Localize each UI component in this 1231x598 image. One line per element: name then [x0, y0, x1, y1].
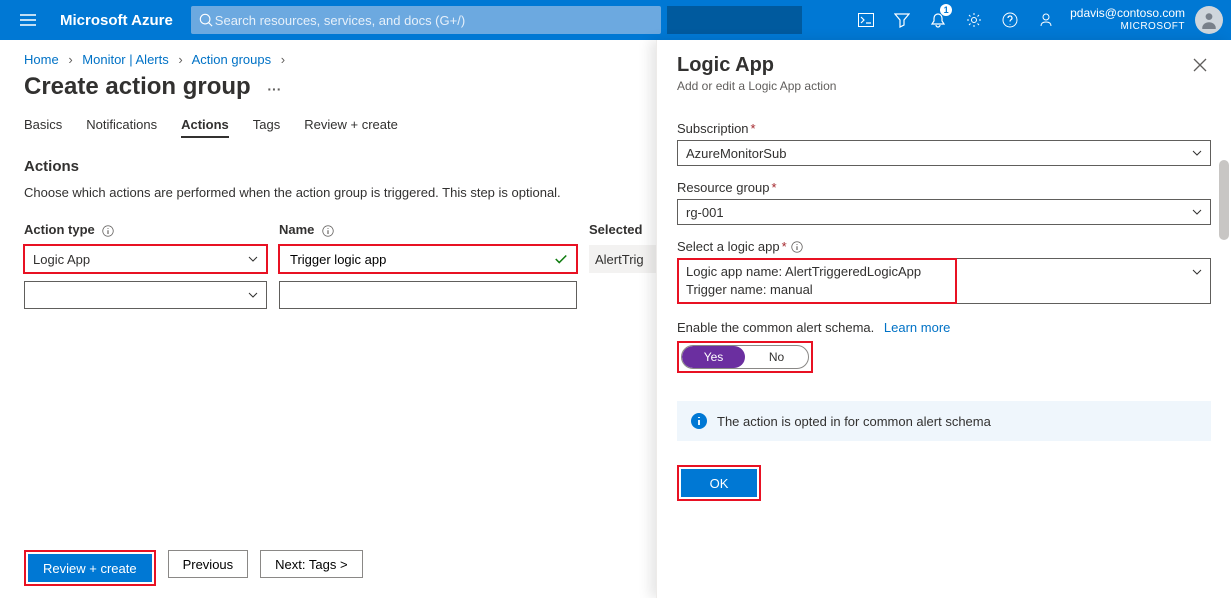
- ok-button[interactable]: OK: [681, 469, 757, 497]
- chevron-down-icon: [1192, 209, 1202, 215]
- user-email: pdavis@contoso.com: [1070, 6, 1185, 20]
- brand-label[interactable]: Microsoft Azure: [48, 12, 185, 29]
- tab-basics[interactable]: Basics: [24, 117, 62, 138]
- toggle-yes[interactable]: Yes: [682, 346, 745, 368]
- info-banner: The action is opted in for common alert …: [677, 401, 1211, 441]
- user-account[interactable]: pdavis@contoso.com MICROSOFT: [1064, 6, 1191, 34]
- panel-subtitle: Add or edit a Logic App action: [677, 79, 836, 93]
- logic-app-name: Logic app name: AlertTriggeredLogicApp: [686, 263, 921, 281]
- col-action-type: Action type: [24, 222, 279, 237]
- chevron-down-icon: [1192, 150, 1202, 156]
- feedback-icon[interactable]: [1028, 0, 1064, 40]
- panel-title: Logic App: [677, 54, 836, 77]
- tab-review-create[interactable]: Review + create: [304, 117, 398, 138]
- action-type-select[interactable]: Logic App: [24, 245, 267, 273]
- schema-text: Enable the common alert schema.: [677, 320, 874, 335]
- breadcrumb-action-groups[interactable]: Action groups: [192, 52, 272, 67]
- cloud-shell-icon[interactable]: [848, 0, 884, 40]
- schema-toggle[interactable]: Yes No: [681, 345, 809, 369]
- col-selected-label: Selected: [589, 222, 642, 237]
- info-icon[interactable]: [322, 225, 334, 237]
- chevron-right-icon: ›: [68, 52, 72, 67]
- tab-actions[interactable]: Actions: [181, 117, 229, 138]
- avatar[interactable]: [1195, 6, 1223, 34]
- logic-app-select[interactable]: Logic app name: AlertTriggeredLogicApp T…: [677, 258, 1211, 304]
- info-icon: [691, 413, 707, 429]
- search-input[interactable]: [213, 12, 653, 29]
- breadcrumb-home[interactable]: Home: [24, 52, 59, 67]
- chevron-down-icon: [1192, 269, 1202, 275]
- common-alert-schema-row: Enable the common alert schema. Learn mo…: [677, 320, 1211, 335]
- env-switcher[interactable]: [667, 6, 802, 34]
- action-type-value: Logic App: [33, 252, 90, 267]
- subscription-value: AzureMonitorSub: [686, 146, 786, 161]
- resource-group-select[interactable]: rg-001: [677, 199, 1211, 225]
- action-type-select-empty[interactable]: [24, 281, 267, 309]
- action-name-input[interactable]: [288, 251, 554, 268]
- learn-more-link[interactable]: Learn more: [884, 320, 950, 335]
- info-banner-text: The action is opted in for common alert …: [717, 414, 991, 429]
- top-nav-bar: Microsoft Azure 1 pdavis@contoso.com MIC…: [0, 0, 1231, 40]
- notification-badge: 1: [940, 4, 952, 16]
- notifications-icon[interactable]: 1: [920, 0, 956, 40]
- subscription-select[interactable]: AzureMonitorSub: [677, 140, 1211, 166]
- logic-app-panel: Logic App Add or edit a Logic App action…: [656, 40, 1231, 598]
- col-name: Name: [279, 222, 589, 237]
- toggle-no[interactable]: No: [745, 346, 808, 368]
- next-button[interactable]: Next: Tags >: [260, 550, 362, 578]
- directory-filter-icon[interactable]: [884, 0, 920, 40]
- previous-button[interactable]: Previous: [168, 550, 249, 578]
- chevron-right-icon: ›: [178, 52, 182, 67]
- subscription-label: Subscription*: [677, 121, 1211, 136]
- info-icon[interactable]: [791, 241, 803, 253]
- breadcrumb-monitor-alerts[interactable]: Monitor | Alerts: [82, 52, 168, 67]
- wizard-footer: Review + create Previous Next: Tags >: [24, 550, 363, 586]
- selected-preview: AlertTrig: [595, 252, 644, 267]
- action-name-input-empty[interactable]: [288, 287, 568, 304]
- more-menu-icon[interactable]: ···: [267, 81, 281, 97]
- close-icon[interactable]: [1189, 54, 1211, 76]
- menu-icon[interactable]: [8, 14, 48, 26]
- action-name-input-empty-wrap: [279, 281, 577, 309]
- tab-tags[interactable]: Tags: [253, 117, 280, 138]
- action-name-input-wrap: [279, 245, 577, 273]
- review-create-button[interactable]: Review + create: [28, 554, 152, 582]
- resource-group-value: rg-001: [686, 205, 724, 220]
- user-directory: MICROSOFT: [1121, 20, 1186, 34]
- trigger-name: Trigger name: manual: [686, 281, 921, 299]
- col-name-label: Name: [279, 222, 314, 237]
- scrollbar-thumb[interactable]: [1219, 160, 1229, 240]
- chevron-right-icon: ›: [281, 52, 285, 67]
- chevron-down-icon: [248, 292, 258, 298]
- col-action-type-label: Action type: [24, 222, 95, 237]
- resource-group-label: Resource group*: [677, 180, 1211, 195]
- chevron-down-icon: [248, 256, 258, 262]
- search-icon: [199, 13, 213, 27]
- logic-app-select-label: Select a logic app*: [677, 239, 1211, 254]
- checkmark-icon: [554, 252, 568, 266]
- tab-notifications[interactable]: Notifications: [86, 117, 157, 138]
- global-search[interactable]: [191, 6, 661, 34]
- page-title-text: Create action group: [24, 73, 251, 100]
- info-icon[interactable]: [102, 225, 114, 237]
- help-icon[interactable]: [992, 0, 1028, 40]
- settings-icon[interactable]: [956, 0, 992, 40]
